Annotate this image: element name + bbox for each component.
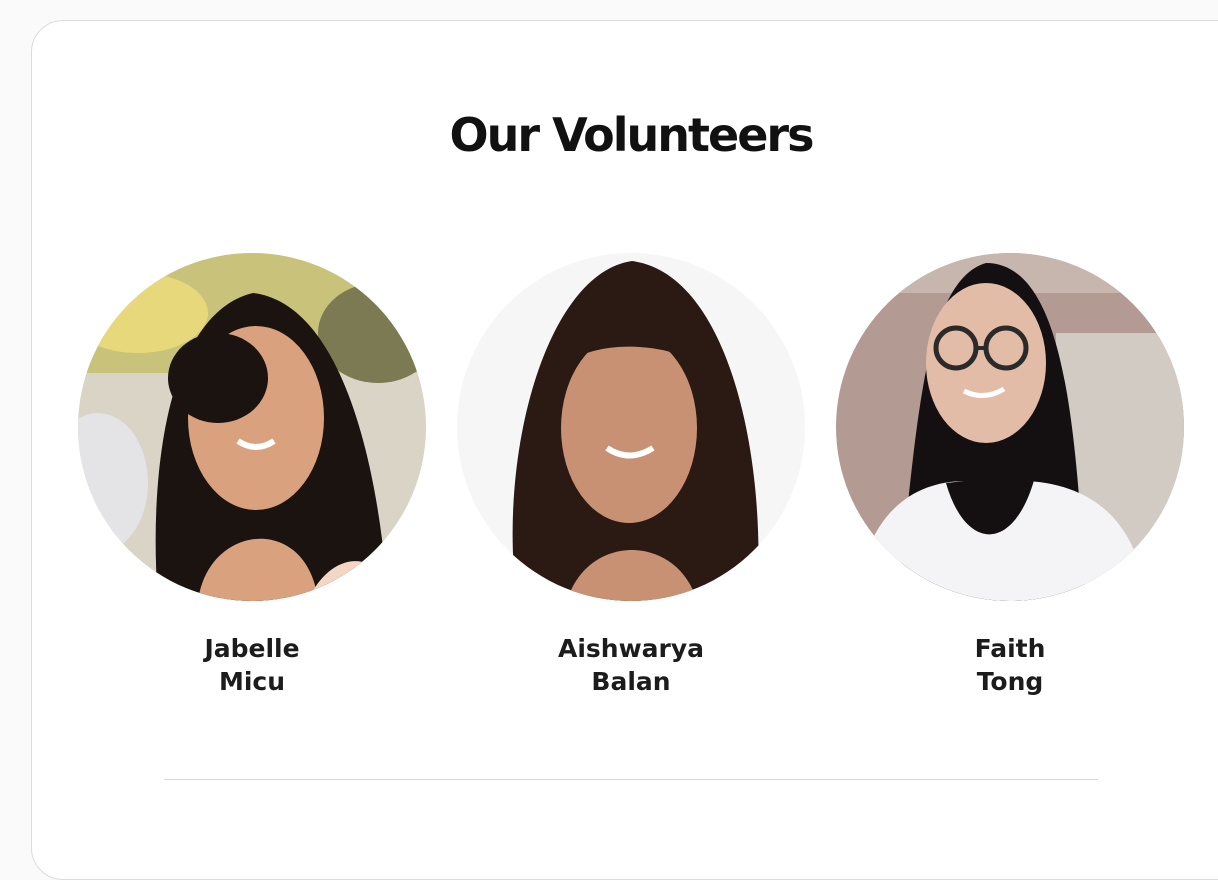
volunteer-last-name: Micu bbox=[218, 667, 286, 696]
volunteer-name: Aishwarya Balan bbox=[457, 632, 805, 698]
volunteer-photo bbox=[457, 253, 805, 601]
volunteer-first-name: Faith bbox=[974, 634, 1046, 663]
volunteer-card-faith: Faith Tong bbox=[836, 253, 1184, 698]
volunteer-last-name: Balan bbox=[591, 667, 671, 696]
volunteer-first-name: Jabelle bbox=[204, 634, 300, 663]
volunteer-card-jabelle: Jabelle Micu bbox=[78, 253, 426, 698]
volunteer-photo bbox=[836, 253, 1184, 601]
section-title: Our Volunteers bbox=[449, 108, 815, 162]
volunteer-photo bbox=[78, 253, 426, 601]
volunteer-first-name: Aishwarya bbox=[557, 634, 705, 663]
section-divider bbox=[164, 779, 1098, 780]
volunteer-last-name: Tong bbox=[976, 667, 1044, 696]
volunteer-name: Faith Tong bbox=[836, 632, 1184, 698]
volunteer-card-aishwarya: Aishwarya Balan bbox=[457, 253, 805, 698]
volunteer-name: Jabelle Micu bbox=[78, 632, 426, 698]
